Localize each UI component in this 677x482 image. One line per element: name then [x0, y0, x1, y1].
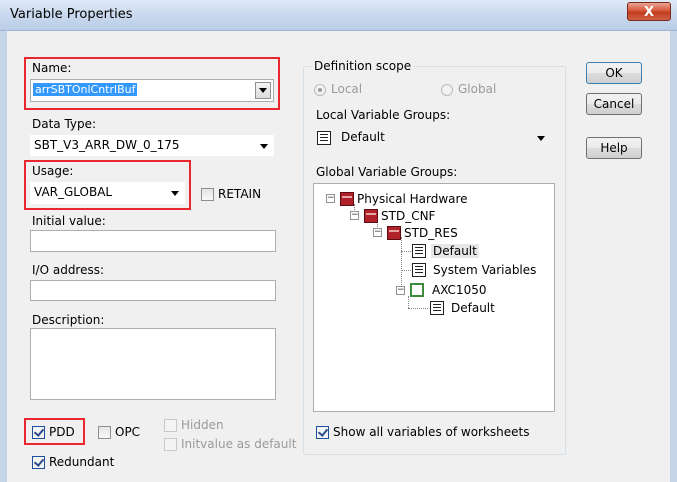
global-radio[interactable] [441, 84, 453, 96]
window-title: Variable Properties [10, 7, 133, 22]
folder-icon [387, 226, 401, 240]
chevron-down-icon [259, 88, 267, 93]
description-textarea[interactable] [30, 328, 276, 400]
tree-line [408, 296, 409, 308]
collapse-icon[interactable]: − [326, 194, 335, 203]
pdd-checkbox[interactable] [32, 426, 45, 439]
tree-line [401, 237, 402, 289]
redundant-checkbox[interactable] [32, 456, 45, 469]
tree-item-std-res[interactable]: STD_RES [404, 226, 458, 240]
data-type-combo[interactable]: SBT_V3_ARR_DW_0_175 [30, 135, 274, 156]
resource-icon [410, 283, 424, 297]
local-groups-combo[interactable]: Default [313, 127, 551, 149]
hidden-label: Hidden [181, 418, 224, 432]
window-frame-left [0, 31, 7, 482]
name-value[interactable]: arrSBTOnlCntrlBuf [33, 83, 138, 96]
chevron-down-icon [537, 136, 545, 141]
name-dropdown-button[interactable] [255, 82, 271, 99]
variable-group-icon [412, 263, 426, 277]
initvalue-default-label: Initvalue as default [181, 437, 297, 451]
tree-item-axc1050[interactable]: AXC1050 [432, 283, 486, 297]
tree-item-default-axc[interactable]: Default [451, 301, 495, 315]
data-type-label: Data Type: [32, 117, 97, 131]
data-type-value: SBT_V3_ARR_DW_0_175 [34, 138, 180, 152]
io-address-label: I/O address: [32, 263, 105, 277]
opc-checkbox[interactable] [98, 426, 111, 439]
tree-line [408, 308, 428, 309]
chevron-down-icon [260, 144, 268, 149]
tree-line [401, 251, 411, 252]
collapse-icon[interactable]: − [396, 286, 405, 295]
local-groups-value: Default [341, 130, 385, 144]
retain-label: RETAIN [218, 187, 262, 201]
collapse-icon[interactable]: − [350, 211, 359, 220]
ok-button[interactable]: OK [586, 62, 642, 84]
tree-item-physical-hardware[interactable]: Physical Hardware [357, 192, 468, 206]
definition-scope-label: Definition scope [311, 59, 415, 73]
chevron-down-icon [171, 191, 179, 196]
initial-value-input[interactable] [30, 230, 276, 252]
close-icon: X [643, 5, 655, 20]
folder-icon [364, 209, 378, 223]
variable-group-icon [317, 131, 331, 145]
show-all-variables-checkbox[interactable] [316, 426, 329, 439]
tree-line [401, 270, 411, 271]
local-groups-label: Local Variable Groups: [316, 108, 451, 122]
variable-group-icon [412, 244, 426, 258]
local-radio[interactable] [314, 84, 326, 96]
initvalue-default-checkbox[interactable] [164, 438, 177, 451]
folder-icon [340, 192, 354, 206]
name-combo[interactable]: arrSBTOnlCntrlBuf [30, 79, 274, 102]
collapse-icon[interactable]: − [373, 228, 382, 237]
description-label: Description: [32, 313, 105, 327]
close-button[interactable]: X [627, 2, 671, 21]
local-label: Local [331, 82, 363, 96]
io-address-input[interactable] [30, 280, 276, 301]
global-groups-label: Global Variable Groups: [316, 165, 458, 179]
global-label: Global [458, 82, 497, 96]
initial-value-label: Initial value: [32, 214, 106, 228]
tree-item-std-cnf[interactable]: STD_CNF [381, 209, 435, 223]
redundant-label: Redundant [49, 455, 115, 469]
hidden-checkbox[interactable] [164, 419, 177, 432]
usage-label: Usage: [32, 164, 74, 178]
usage-combo[interactable]: VAR_GLOBAL [30, 182, 185, 204]
pdd-label: PDD [49, 425, 75, 439]
variable-group-icon [430, 301, 444, 315]
tree-item-default[interactable]: Default [431, 244, 479, 258]
tree-item-system-variables[interactable]: System Variables [433, 263, 536, 277]
help-button[interactable]: Help [586, 137, 642, 159]
opc-label: OPC [115, 425, 141, 439]
cancel-button[interactable]: Cancel [586, 93, 642, 115]
show-all-variables-label: Show all variables of worksheets [333, 425, 530, 439]
retain-checkbox[interactable] [201, 188, 214, 201]
window-frame-right [670, 31, 677, 482]
name-label: Name: [32, 61, 72, 75]
usage-value: VAR_GLOBAL [34, 185, 113, 199]
